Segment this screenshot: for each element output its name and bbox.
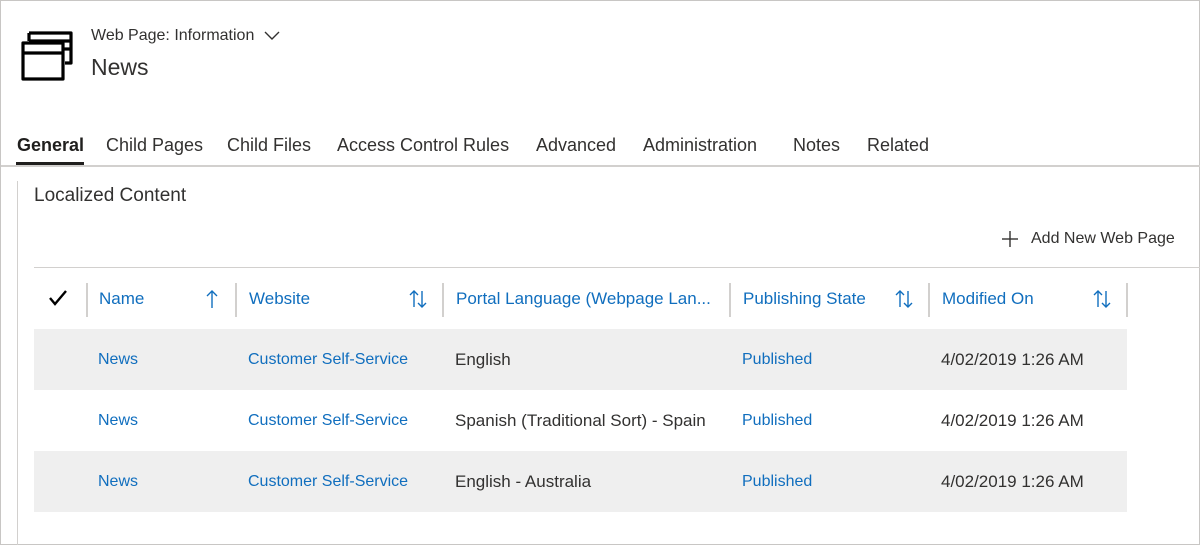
grid-divider	[34, 267, 1200, 268]
column-separator[interactable]	[442, 283, 444, 317]
form-selector[interactable]: Web Page: Information	[91, 27, 280, 45]
active-tab-indicator	[16, 162, 84, 165]
table-row[interactable]: News Customer Self-Service Spanish (Trad…	[34, 390, 1127, 451]
tab-access-control-rules[interactable]: Access Control Rules	[337, 135, 509, 156]
cell-name[interactable]: News	[98, 329, 138, 390]
cell-name[interactable]: News	[98, 451, 138, 512]
column-header-modified-on[interactable]: Modified On	[942, 281, 1122, 317]
select-all-checkmark-icon[interactable]	[48, 289, 68, 307]
cell-modified-on: 4/02/2019 1:26 AM	[941, 410, 1084, 430]
tab-child-pages[interactable]: Child Pages	[106, 135, 203, 156]
add-button-label: Add New Web Page	[1031, 230, 1175, 247]
section-title: Localized Content	[34, 185, 187, 206]
entity-type-label: Web Page: Information	[91, 27, 255, 44]
record-title: News	[91, 54, 149, 80]
cell-website[interactable]: Customer Self-Service	[248, 390, 408, 451]
web-page-stack-icon	[21, 31, 73, 81]
column-separator[interactable]	[928, 283, 930, 317]
cell-modified-on: 4/02/2019 1:26 AM	[941, 349, 1084, 369]
column-separator[interactable]	[1126, 283, 1128, 317]
cell-website[interactable]: Customer Self-Service	[248, 329, 408, 390]
chevron-down-icon	[264, 31, 280, 40]
tab-bar: General Child Pages Child Files Access C…	[1, 129, 1200, 167]
column-separator[interactable]	[86, 283, 88, 317]
column-header-website[interactable]: Website	[249, 281, 434, 317]
tab-advanced[interactable]: Advanced	[536, 135, 616, 156]
sort-ascending-icon	[206, 290, 218, 308]
tab-administration[interactable]: Administration	[643, 135, 757, 156]
column-header-portal-language[interactable]: Portal Language (Webpage Lan...	[456, 281, 716, 317]
sort-toggle-icon	[895, 290, 913, 308]
cell-modified-on: 4/02/2019 1:26 AM	[941, 471, 1084, 491]
cell-portal-language: Spanish (Traditional Sort) - Spain	[455, 410, 706, 430]
sort-toggle-icon	[1093, 290, 1111, 308]
table-row[interactable]: News Customer Self-Service English Publi…	[34, 329, 1127, 390]
column-separator[interactable]	[235, 283, 237, 317]
cell-website[interactable]: Customer Self-Service	[248, 451, 408, 512]
column-separator[interactable]	[729, 283, 731, 317]
tab-related[interactable]: Related	[867, 135, 929, 156]
section-border	[17, 181, 18, 545]
tab-notes[interactable]: Notes	[793, 135, 840, 156]
cell-publishing-state[interactable]: Published	[742, 451, 812, 512]
column-header-publishing-state[interactable]: Publishing State	[743, 281, 923, 317]
table-row[interactable]: News Customer Self-Service English - Aus…	[34, 451, 1127, 512]
plus-icon	[1002, 231, 1018, 247]
add-new-web-page-button[interactable]: Add New Web Page	[1001, 230, 1175, 248]
cell-publishing-state[interactable]: Published	[742, 390, 812, 451]
grid-header: Name Website Portal Language (Webpage La…	[34, 281, 1128, 317]
cell-portal-language: English	[455, 349, 511, 369]
cell-publishing-state[interactable]: Published	[742, 329, 812, 390]
tab-child-files[interactable]: Child Files	[227, 135, 311, 156]
tab-general[interactable]: General	[17, 135, 84, 156]
cell-portal-language: English - Australia	[455, 471, 592, 491]
form-window: Web Page: Information News General Child…	[0, 0, 1200, 545]
sort-toggle-icon	[409, 290, 427, 308]
cell-name[interactable]: News	[98, 390, 138, 451]
column-header-name[interactable]: Name	[99, 281, 229, 317]
